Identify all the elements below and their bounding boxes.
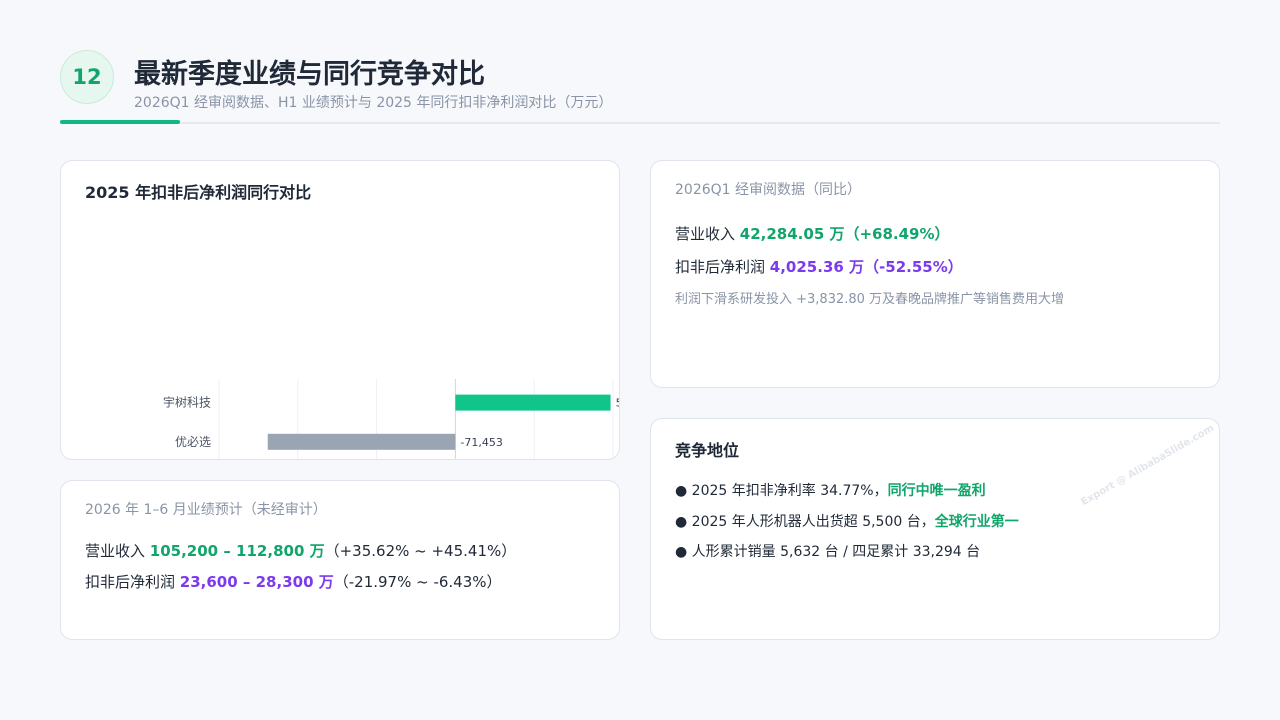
q1-revenue-label: 营业收入 xyxy=(675,225,736,243)
h1-profit-range: （-21.97% ~ -6.43%） xyxy=(333,573,502,591)
bar xyxy=(267,433,456,450)
h1-revenue-range: （+35.62% ~ +45.41%） xyxy=(324,542,517,560)
h1-card-title: 2026 年 1–6 月业绩预计（未经审计） xyxy=(85,502,327,518)
data-label: 59,075.2 xyxy=(616,397,620,410)
h1-profit-line: 扣非后净利润 23,600 – 28,300 万（-21.97% ~ -6.43… xyxy=(85,571,502,592)
page-header: 12 最新季度业绩与同行竞争对比 2026Q1 经审阅数据、H1 业绩预计与 2… xyxy=(60,50,1220,126)
page-number-badge: 12 xyxy=(60,50,114,104)
competition-item-2-highlight: 全球行业第一 xyxy=(934,514,1019,530)
profit-comparison-chart: -90,000-60,000-30,000030,00060,000宇树科技59… xyxy=(163,379,620,459)
data-label: -71,453 xyxy=(460,436,502,449)
h1-profit-label: 扣非后净利润 xyxy=(85,573,176,591)
h1-profit-value: 23,600 – 28,300 万 xyxy=(179,573,334,591)
h1-revenue-value: 105,200 – 112,800 万 xyxy=(149,542,325,560)
profit-comparison-card: 2025 年扣非后净利润同行对比 -90,000-60,000-30,00003… xyxy=(60,160,620,460)
q1-revenue-line: 营业收入 42,284.05 万（+68.49%） xyxy=(675,223,950,244)
competition-item-1-text: ● 2025 年扣非净利率 34.77%， xyxy=(675,483,888,499)
competition-item-1: ● 2025 年扣非净利率 34.77%，同行中唯一盈利 xyxy=(675,480,986,500)
competition-item-3: ● 人形累计销量 5,632 台 / 四足累计 33,294 台 xyxy=(675,544,981,560)
competition-card-title: 竞争地位 xyxy=(675,441,740,460)
q1-revenue-value: 42,284.05 万（+68.49%） xyxy=(739,225,950,243)
page-subtitle: 2026Q1 经审阅数据、H1 业绩预计与 2025 年同行扣非净利润对比（万元… xyxy=(134,95,613,111)
h1-forecast-card: 2026 年 1–6 月业绩预计（未经审计） 营业收入 105,200 – 11… xyxy=(60,480,620,640)
h1-revenue-label: 营业收入 xyxy=(85,542,146,560)
page-title: 最新季度业绩与同行竞争对比 xyxy=(134,59,485,90)
competition-item-2: ● 2025 年人形机器人出货超 5,500 台，全球行业第一 xyxy=(675,511,1019,531)
q1-note: 利润下滑系研发投入 +3,832.80 万及春晚品牌推广等销售费用大增 xyxy=(675,292,1065,307)
h1-revenue-line: 营业收入 105,200 – 112,800 万（+35.62% ~ +45.4… xyxy=(85,540,516,561)
header-accent-bar xyxy=(60,120,180,124)
q1-card-title: 2026Q1 经审阅数据（同比） xyxy=(675,182,862,198)
competition-card: 竞争地位 ● 2025 年扣非净利率 34.77%，同行中唯一盈利 ● 2025… xyxy=(650,418,1220,640)
header-divider xyxy=(60,122,1220,124)
category-label: 优必选 xyxy=(175,435,211,449)
category-label: 宇树科技 xyxy=(163,395,211,410)
bar xyxy=(455,394,611,411)
competition-item-1-highlight: 同行中唯一盈利 xyxy=(887,483,986,499)
q1-profit-line: 扣非后净利润 4,025.36 万（-52.55%） xyxy=(675,256,963,277)
q1-profit-label: 扣非后净利润 xyxy=(675,258,766,276)
q1-review-card: 2026Q1 经审阅数据（同比） 营业收入 42,284.05 万（+68.49… xyxy=(650,160,1220,388)
q1-profit-value: 4,025.36 万（-52.55%） xyxy=(769,258,963,276)
competition-item-2-text: ● 2025 年人形机器人出货超 5,500 台， xyxy=(675,514,935,530)
